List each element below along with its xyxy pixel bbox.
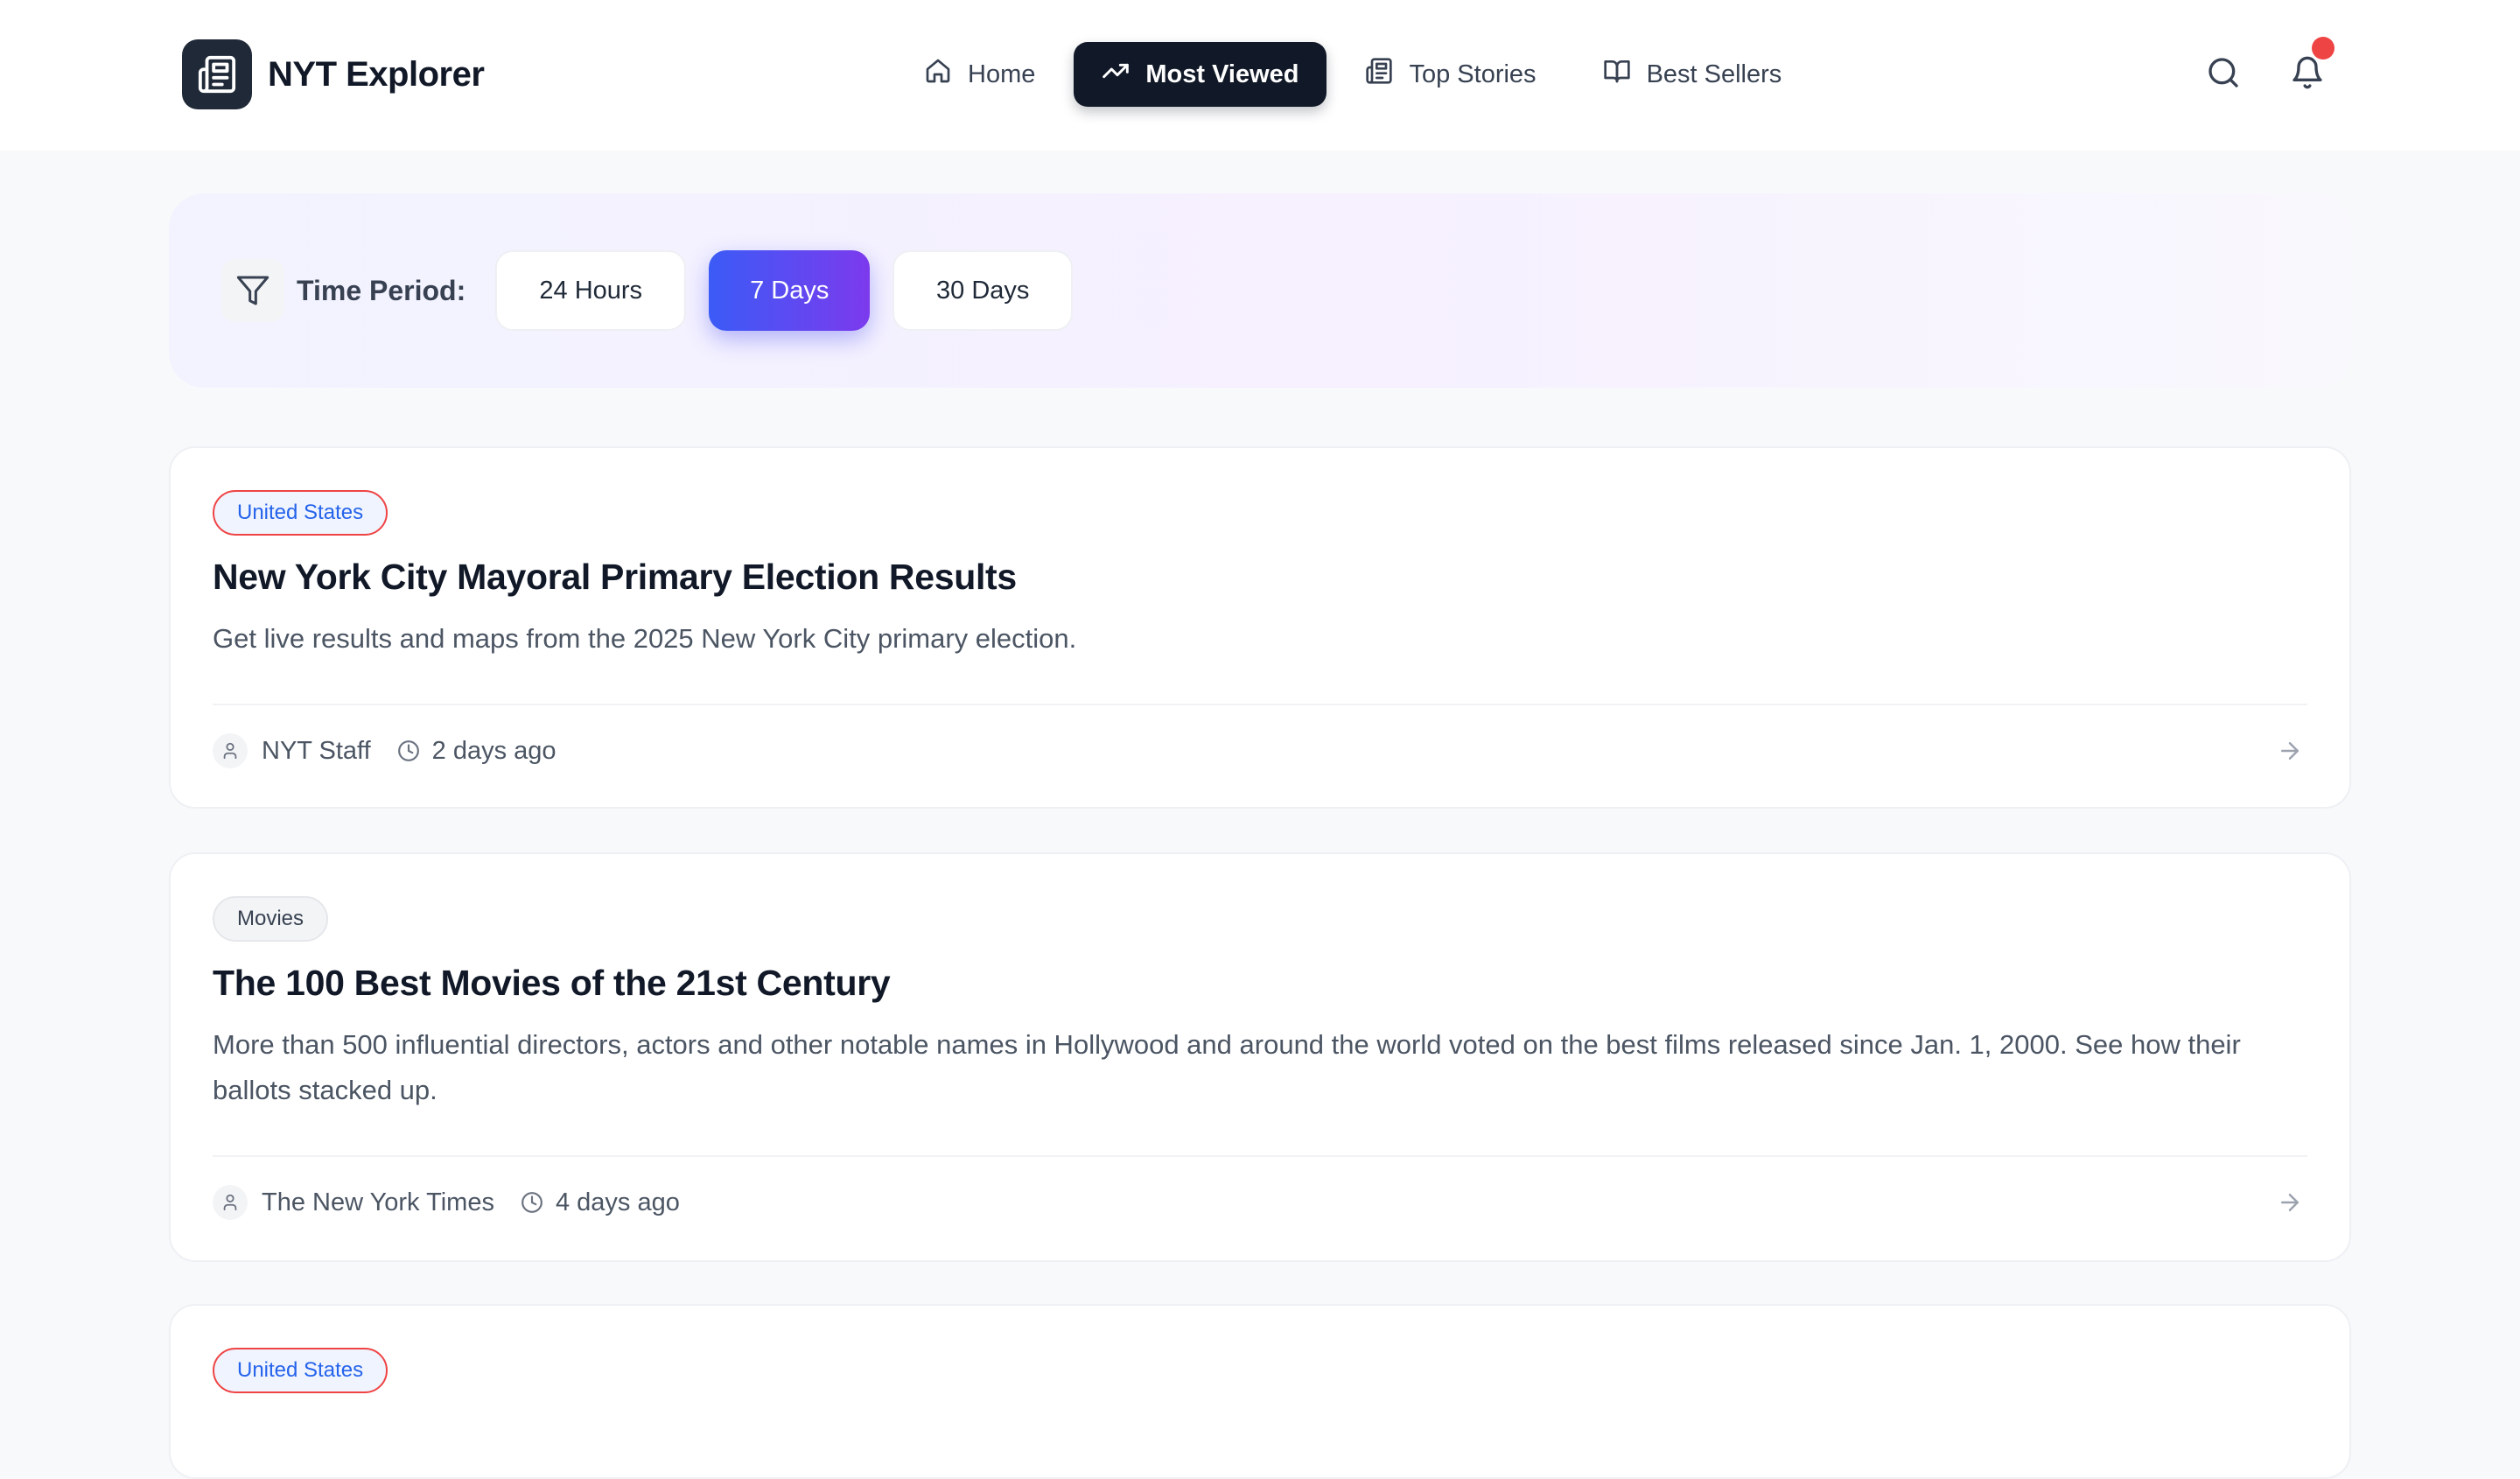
article-time: 4 days ago — [555, 1188, 680, 1216]
home-icon — [924, 57, 952, 92]
article-meta: NYT Staff 2 days ago — [213, 732, 556, 770]
nav-best-sellers-label: Best Sellers — [1646, 60, 1782, 88]
article-card[interactable]: United States New York City Mayoral Prim… — [169, 446, 2351, 809]
period-30-days-button[interactable]: 30 Days — [892, 250, 1074, 331]
nav-most-viewed-label: Most Viewed — [1145, 60, 1299, 88]
book-open-icon — [1603, 57, 1631, 92]
filter-icon — [221, 259, 284, 322]
header-actions — [2196, 37, 2334, 103]
card-divider — [213, 1155, 2307, 1157]
article-time: 2 days ago — [431, 736, 556, 765]
search-icon — [2206, 55, 2241, 95]
section-tag[interactable]: Movies — [213, 896, 329, 942]
notification-badge — [2312, 37, 2334, 60]
filter-label: Time Period: — [297, 274, 466, 306]
article-abstract: Get live results and maps from the 2025 … — [213, 623, 1077, 654]
nav-most-viewed[interactable]: Most Viewed — [1074, 42, 1327, 107]
bell-icon — [2290, 55, 2325, 95]
article-meta: The New York Times 4 days ago — [213, 1183, 680, 1222]
app-logo[interactable]: NYT Explorer — [182, 39, 485, 110]
nav-home[interactable]: Home — [896, 42, 1063, 107]
article-title[interactable]: The 100 Best Movies of the 21st Century — [213, 963, 891, 1004]
top-navigation-bar: NYT Explorer Home Most Viewed Top Storie… — [0, 0, 2520, 151]
nav-top-stories[interactable]: Top Stories — [1337, 42, 1564, 107]
trending-up-icon — [1102, 57, 1130, 92]
arrow-right-icon[interactable] — [2272, 733, 2307, 768]
period-24-hours-button[interactable]: 24 Hours — [495, 250, 687, 331]
search-button[interactable] — [2196, 47, 2250, 102]
clock-icon — [397, 740, 420, 762]
nav-top-stories-label: Top Stories — [1409, 60, 1536, 88]
period-7-days-button[interactable]: 7 Days — [709, 250, 871, 331]
newspaper-icon — [1365, 57, 1393, 92]
article-byline: NYT Staff — [262, 736, 371, 765]
card-divider — [213, 704, 2307, 705]
nav-best-sellers[interactable]: Best Sellers — [1575, 42, 1810, 107]
time-period-filter: Time Period: 24 Hours 7 Days 30 Days — [169, 193, 2351, 388]
arrow-right-icon[interactable] — [2272, 1185, 2307, 1220]
user-icon — [213, 733, 248, 768]
article-card[interactable]: United States — [169, 1304, 2351, 1479]
article-title[interactable]: New York City Mayoral Primary Election R… — [213, 557, 1017, 598]
section-tag[interactable]: United States — [213, 1348, 388, 1393]
user-icon — [213, 1185, 248, 1220]
app-title: NYT Explorer — [268, 54, 485, 94]
notifications-button[interactable] — [2280, 37, 2334, 102]
article-byline: The New York Times — [262, 1188, 494, 1216]
article-abstract: More than 500 influential directors, act… — [213, 1029, 2241, 1105]
article-card[interactable]: Movies The 100 Best Movies of the 21st C… — [169, 852, 2351, 1262]
newspaper-logo-icon — [182, 39, 252, 109]
clock-icon — [521, 1191, 543, 1214]
main-nav: Home Most Viewed Top Stories Best Seller… — [896, 42, 1810, 107]
nav-home-label: Home — [968, 60, 1036, 88]
section-tag[interactable]: United States — [213, 490, 388, 536]
